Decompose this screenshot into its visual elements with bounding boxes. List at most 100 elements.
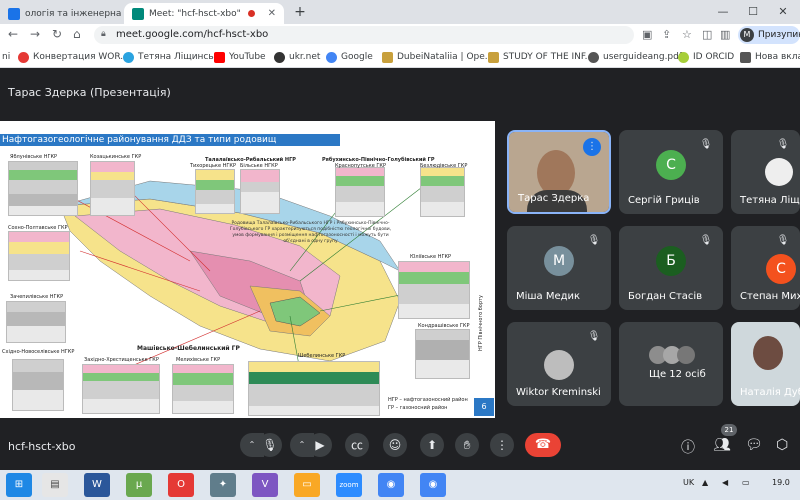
bookmark-item[interactable]: DubeiNataliia | Ope... <box>382 50 493 64</box>
tab-geology[interactable]: ологія та інженерна геол ✕ <box>0 3 122 24</box>
volume-icon[interactable]: ◀ <box>722 478 728 487</box>
more-options-button[interactable]: ⋮ <box>490 433 514 457</box>
participant-tile[interactable]: Наталія Дубей <box>731 322 800 406</box>
sidebar-icon[interactable]: ▥ <box>720 28 730 41</box>
end-call-button[interactable]: ☎ <box>525 433 561 457</box>
section-thumbnail <box>6 301 66 343</box>
activities-icon[interactable]: ⬡ <box>776 437 788 453</box>
slide-page-number: 6 <box>474 398 494 416</box>
start-button[interactable]: ⊞ <box>6 473 32 497</box>
info-icon[interactable]: ⓘ <box>681 437 695 457</box>
raise-hand-button[interactable]: ✋︎ <box>455 433 479 457</box>
camera-button[interactable]: ▶ <box>308 433 332 457</box>
bookmark-item[interactable]: ID ORCID <box>678 50 734 64</box>
back-arrow-icon[interactable]: ← <box>8 27 18 41</box>
battery-icon[interactable]: ▭ <box>742 478 750 487</box>
section-thumbnail <box>8 231 70 281</box>
section-thumbnail <box>248 361 380 416</box>
bookmark-item[interactable]: Google <box>326 50 373 64</box>
present-button[interactable]: ⬆ <box>420 433 444 457</box>
more-participants-tile[interactable]: Ще 12 осіб <box>619 322 723 406</box>
slide-label: Машівсько-Шебелинський ГР <box>137 345 240 352</box>
address-bar[interactable]: meet.google.com/hcf-hsct-xbo <box>94 26 634 44</box>
close-window-button[interactable]: ✕ <box>768 0 798 24</box>
section-thumbnail <box>415 329 470 379</box>
bookmark-item[interactable]: STUDY OF THE INF... <box>488 50 593 64</box>
new-tab-button[interactable]: + <box>291 3 309 21</box>
microphone-button[interactable]: 🎙︎ <box>258 433 282 457</box>
camera-indicator-icon[interactable]: ▣ <box>642 28 652 41</box>
slide-label: НГР Північного борту <box>478 295 484 351</box>
file-explorer-icon[interactable]: ▤ <box>42 473 68 497</box>
bookmark-item[interactable]: ukr.net <box>274 50 320 64</box>
clock: 19.0 <box>772 478 790 487</box>
maximize-button[interactable]: ☐ <box>738 0 768 24</box>
slide-label: Тихорецьке НГКР <box>190 163 236 169</box>
meeting-code: hcf-hsct-xbo <box>8 440 76 453</box>
mic-off-icon: 🎙︎ <box>776 139 790 150</box>
bookmark-item[interactable]: Конвертация WOR... <box>18 50 129 64</box>
section-thumbnail <box>8 161 78 216</box>
recording-dot-icon <box>247 10 255 17</box>
profile-button[interactable]: M Призупинено <box>738 26 800 44</box>
participant-tile[interactable]: 🎙︎ М Міша Медик <box>507 226 611 310</box>
youtube-icon <box>214 51 225 63</box>
minimize-button[interactable]: — <box>708 0 738 24</box>
star-icon[interactable]: ☆ <box>682 28 692 41</box>
chrome-icon[interactable]: ◉ <box>378 473 404 497</box>
tab-meet[interactable]: Meet: "hcf-hsct-xbo" ✕ <box>124 3 284 24</box>
tab-label: Meet: "hcf-hsct-xbo" <box>149 8 241 19</box>
slide-legend: ГР – газоносний район <box>388 405 448 411</box>
reload-icon[interactable]: ↻ <box>52 27 62 41</box>
captions-button[interactable]: ㏄ <box>345 433 369 457</box>
research-icon <box>382 51 393 63</box>
slide-label: Сохно-Полтавське ГКР <box>8 225 68 231</box>
slide-label: Безлюдівське ГКР <box>420 163 468 169</box>
section-thumbnail <box>335 167 385 217</box>
network-icon[interactable]: ▲ <box>702 478 708 487</box>
bookmark-item[interactable]: YouTube <box>214 50 266 64</box>
section-thumbnail <box>420 167 465 217</box>
zoom-icon[interactable]: zoom <box>336 473 362 497</box>
participant-name: Богдан Стасів <box>628 291 703 302</box>
bookmark-item[interactable]: Тетяна Ліщинська <box>123 50 225 64</box>
opera-icon[interactable]: O <box>168 473 194 497</box>
people-icon[interactable]: 👥︎ <box>713 437 731 453</box>
participant-tile[interactable]: 🎙︎ Wiktor Kreminski <box>507 322 611 406</box>
participant-name: Тарас Здерка <box>518 193 590 204</box>
forward-arrow-icon[interactable]: → <box>30 27 40 41</box>
participant-tile[interactable]: ⋮ Тарас Здерка <box>507 130 611 214</box>
chat-icon[interactable]: 💬︎ <box>745 437 763 453</box>
lock-icon[interactable]: 🔒︎ <box>101 29 110 40</box>
emoji-button[interactable]: ☺ <box>383 433 407 457</box>
doc-favicon-icon <box>8 7 20 20</box>
face-shape <box>753 336 783 370</box>
slide-label: Юліївське НГКР <box>410 254 452 260</box>
language-indicator[interactable]: UK <box>683 478 694 487</box>
bookmark-item[interactable]: ni <box>2 50 10 64</box>
home-icon[interactable]: ⌂ <box>73 27 81 41</box>
viber-icon[interactable]: V <box>252 473 278 497</box>
extensions-icon[interactable]: ◫ <box>702 28 712 41</box>
section-thumbnail <box>398 261 470 319</box>
participant-tile[interactable]: 🎙︎ Б Богдан Стасів <box>619 226 723 310</box>
participant-tile[interactable]: 🎙︎ Тетяна Ліщинська <box>731 130 800 214</box>
participant-tile[interactable]: 🎙︎ С Сергій Гриців <box>619 130 723 214</box>
mic-off-icon: 🎙︎ <box>587 331 601 342</box>
folder-icon[interactable]: ▭ <box>294 473 320 497</box>
share-icon[interactable]: ⇪ <box>662 28 671 41</box>
bookmark-item[interactable]: userguideang.pdf <box>588 50 682 64</box>
participant-count-badge: 21 <box>721 424 737 436</box>
participant-photo <box>677 346 695 364</box>
slide-label: Краснопутське ГКР <box>335 163 387 169</box>
chrome-icon[interactable]: ◉ <box>420 473 446 497</box>
presentation-slide: Нафтогазогеологічне районування ДДЗ та т… <box>0 121 495 418</box>
utorrent-icon[interactable]: μ <box>126 473 152 497</box>
section-thumbnail <box>195 169 235 214</box>
participant-name: Степан Михайлович <box>740 291 800 302</box>
app-icon[interactable]: ✦ <box>210 473 236 497</box>
participant-tile[interactable]: 🎙︎ С Степан Михайлович <box>731 226 800 310</box>
bookmark-item[interactable]: Нова вкладка <box>740 50 800 64</box>
word-icon[interactable]: W <box>84 473 110 497</box>
close-icon[interactable]: ✕ <box>262 8 276 19</box>
